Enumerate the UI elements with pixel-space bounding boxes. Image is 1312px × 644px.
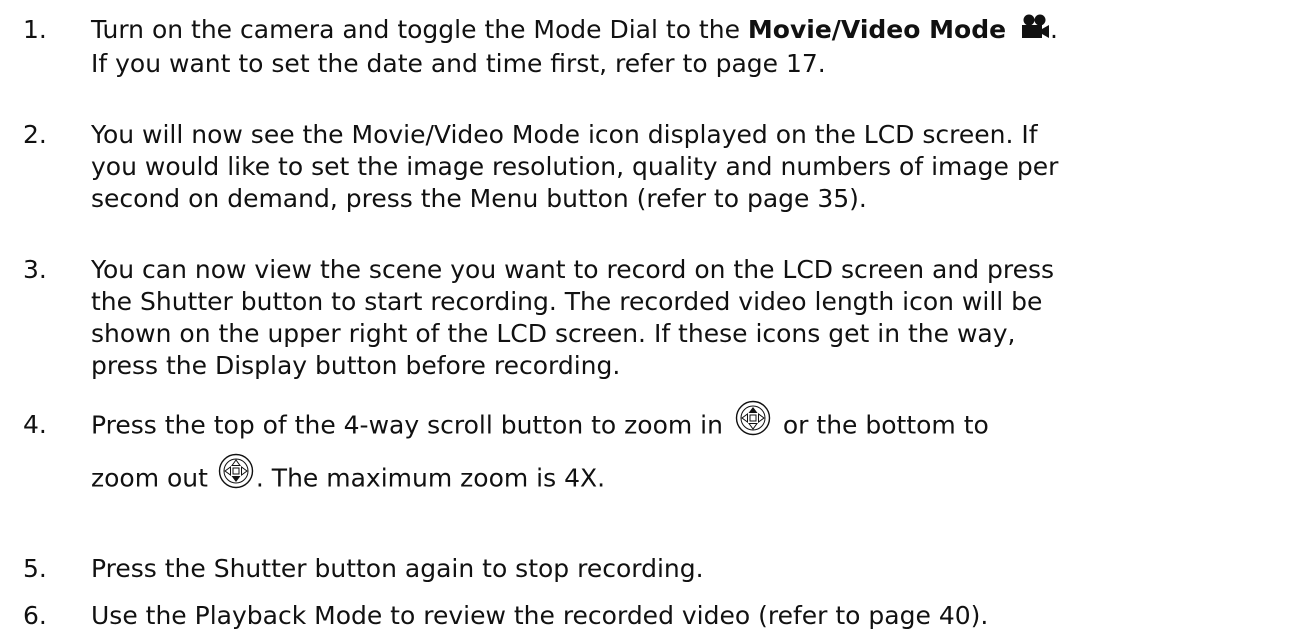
step-line: the Shutter button to start recording. T… — [91, 287, 1043, 316]
step-text: Use the Playback Mode to review the reco… — [91, 600, 1301, 632]
step-text-segment: zoom out — [91, 463, 216, 493]
step-line: you would like to set the image resoluti… — [91, 152, 1059, 181]
step-number: 4. — [23, 410, 47, 439]
mode-name-bold: Movie/Video Mode — [747, 15, 1007, 44]
step-number: 5. — [23, 554, 47, 583]
step-text-segment: or the bottom to — [774, 410, 989, 440]
step-number: 1. — [23, 15, 47, 44]
step-line: Use the Playback Mode to review the reco… — [91, 601, 989, 630]
step-number: 2. — [23, 120, 47, 149]
step-number: 6. — [23, 601, 47, 630]
step-line: press the Display button before recordin… — [91, 351, 621, 380]
movie-camera-icon — [1020, 14, 1050, 48]
step-line: zoom out . The maximum zoom is 4X. — [91, 453, 1301, 506]
step-line: Turn on the camera and toggle the Mode D… — [91, 14, 1301, 48]
step-text: Turn on the camera and toggle the Mode D… — [91, 14, 1301, 80]
step-line: Press the top of the 4-way scroll button… — [91, 400, 1301, 453]
step-text: You can now view the scene you want to r… — [91, 254, 1301, 382]
step-line: You will now see the Movie/Video Mode ic… — [91, 120, 1038, 149]
dpad-down-icon — [218, 453, 254, 506]
step-text-segment: Press the top of the 4-way scroll button… — [91, 410, 731, 440]
step-number: 3. — [23, 255, 47, 284]
step-line: You can now view the scene you want to r… — [91, 255, 1055, 284]
step-text-segment: . — [1050, 15, 1058, 44]
step-text: Press the Shutter button again to stop r… — [91, 553, 1301, 585]
step-line: shown on the upper right of the LCD scre… — [91, 319, 1016, 348]
step-line: Press the Shutter button again to stop r… — [91, 554, 704, 583]
dpad-up-icon — [735, 400, 771, 453]
step-text: Press the top of the 4-way scroll button… — [91, 400, 1301, 506]
step-line: If you want to set the date and time fir… — [91, 49, 826, 78]
step-text: You will now see the Movie/Video Mode ic… — [91, 119, 1301, 215]
step-line: second on demand, press the Menu button … — [91, 184, 867, 213]
step-text-segment: . The maximum zoom is 4X. — [255, 463, 606, 493]
step-text-segment: Turn on the camera and toggle the Mode D… — [91, 15, 748, 44]
